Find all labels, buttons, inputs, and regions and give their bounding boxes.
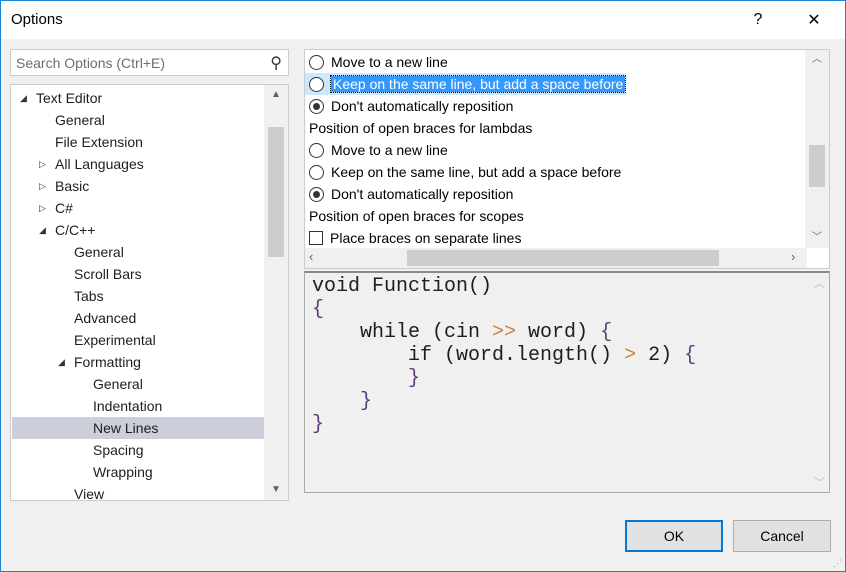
scroll-down-icon[interactable]: ﹀ — [805, 228, 829, 248]
tree-item[interactable]: Scroll Bars — [12, 263, 264, 285]
scroll-thumb[interactable] — [407, 250, 719, 266]
tree-item-label: General — [55, 112, 105, 128]
tree-item-label: File Extension — [55, 134, 143, 150]
checkbox-separate-lines[interactable]: Place braces on separate lines — [309, 227, 521, 249]
scroll-down-icon[interactable]: ▼ — [264, 480, 288, 500]
tree-item-label: Wrapping — [93, 464, 153, 480]
tree-item[interactable]: ◢ Formatting — [12, 351, 264, 373]
search-icon[interactable]: ⚲ — [270, 53, 282, 73]
search-box[interactable]: ⚲ — [10, 49, 289, 76]
tree-item[interactable]: General — [12, 241, 264, 263]
scroll-thumb[interactable] — [809, 145, 825, 187]
close-button[interactable]: ✕ — [791, 1, 837, 39]
tree-item[interactable]: ◢ C/C++ — [12, 219, 264, 241]
scroll-down-icon[interactable]: ﹀ — [814, 474, 825, 490]
radio-lambda-dont-reposition[interactable]: Don't automatically reposition — [309, 183, 513, 205]
expanded-arrow-icon[interactable]: ◢ — [58, 351, 65, 373]
scroll-right-icon[interactable]: › — [791, 249, 795, 264]
radio-move-new-line[interactable]: Move to a new line — [309, 51, 448, 73]
tree-item[interactable]: ▷ All Languages — [12, 153, 264, 175]
title-bar: Options ? ✕ — [1, 1, 845, 39]
options-hscrollbar[interactable]: ‹ › — [305, 248, 807, 268]
tree-scrollbar[interactable]: ▲ ▼ — [264, 85, 288, 500]
resize-grip-icon[interactable]: ⋰ — [833, 558, 842, 569]
tree-item[interactable]: ◢ Text Editor — [12, 87, 264, 109]
preview-scrollbar[interactable]: ︿ ﹀ — [809, 273, 829, 492]
tree-item-label: Spacing — [93, 442, 144, 458]
collapsed-arrow-icon[interactable]: ▷ — [39, 153, 46, 175]
tree-item[interactable]: Indentation — [12, 395, 264, 417]
tree-item-label: Text Editor — [36, 90, 103, 106]
search-input[interactable] — [11, 50, 251, 75]
scroll-left-icon[interactable]: ‹ — [309, 249, 313, 264]
radio-dont-reposition[interactable]: Don't automatically reposition — [309, 95, 513, 117]
options-dialog: Options ? ✕ ⚲ View Wrapping Spacing New Lin… — [0, 0, 846, 572]
tree-item-label: Formatting — [74, 354, 141, 370]
ok-button[interactable]: OK — [625, 520, 723, 552]
code-preview: void Function(){ while (cin >> word) { i… — [304, 271, 830, 493]
tree-item-label: General — [74, 244, 124, 260]
section-lambdas: Position of open braces for lambdas — [309, 120, 533, 136]
scroll-up-icon[interactable]: ▲ — [264, 85, 288, 105]
scroll-up-icon[interactable]: ︿ — [805, 50, 829, 70]
options-vscrollbar[interactable]: ︿ ﹀ — [805, 50, 829, 248]
tree-item-label: C# — [55, 200, 73, 216]
options-list: Move to a new line Keep on the same line… — [304, 49, 830, 269]
tree-item[interactable]: General — [12, 109, 264, 131]
tree-item-label: General — [93, 376, 143, 392]
options-tree: View Wrapping Spacing New Lines Indentation G… — [10, 84, 289, 501]
tree-item-label: Advanced — [74, 310, 137, 326]
tree-item[interactable]: File Extension — [12, 131, 264, 153]
radio-lambda-move-new-line[interactable]: Move to a new line — [309, 139, 448, 161]
tree-item[interactable]: ▷ C# — [12, 197, 264, 219]
tree-item[interactable]: Advanced — [12, 307, 264, 329]
help-button[interactable]: ? — [735, 1, 781, 39]
tree-item[interactable]: View — [12, 483, 264, 501]
tree-item-label: New Lines — [93, 420, 159, 436]
tree-item[interactable]: New Lines — [12, 417, 264, 439]
tree-item-label: C/C++ — [55, 222, 96, 238]
tree-item[interactable]: General — [12, 373, 264, 395]
cancel-button[interactable]: Cancel — [733, 520, 831, 552]
scroll-up-icon[interactable]: ︿ — [814, 275, 825, 291]
tree-item[interactable]: ▷ Basic — [12, 175, 264, 197]
tree-item-label: Basic — [55, 178, 90, 194]
tree-item-label: Experimental — [74, 332, 156, 348]
collapsed-arrow-icon[interactable]: ▷ — [39, 197, 46, 219]
radio-keep-same-line[interactable]: Keep on the same line, but add a space b… — [305, 73, 627, 95]
tree-item-label: View — [74, 486, 105, 501]
tree-item-label: All Languages — [55, 156, 144, 172]
tree-item-label: Tabs — [74, 288, 104, 304]
tree-item-label: Scroll Bars — [74, 266, 142, 282]
tree-item-label: Indentation — [93, 398, 163, 414]
collapsed-arrow-icon[interactable]: ▷ — [39, 175, 46, 197]
tree-item[interactable]: Experimental — [12, 329, 264, 351]
radio-lambda-keep-same-line[interactable]: Keep on the same line, but add a space b… — [309, 161, 621, 183]
section-scopes: Position of open braces for scopes — [309, 208, 524, 224]
dialog-title: Options — [11, 11, 63, 28]
code-text: void Function(){ while (cin >> word) { i… — [312, 275, 697, 436]
expanded-arrow-icon[interactable]: ◢ — [20, 87, 27, 109]
expanded-arrow-icon[interactable]: ◢ — [39, 219, 46, 241]
tree-item[interactable]: Tabs — [12, 285, 264, 307]
scroll-thumb[interactable] — [268, 127, 284, 257]
tree-item[interactable]: Spacing — [12, 439, 264, 461]
tree-item[interactable]: Wrapping — [12, 461, 264, 483]
